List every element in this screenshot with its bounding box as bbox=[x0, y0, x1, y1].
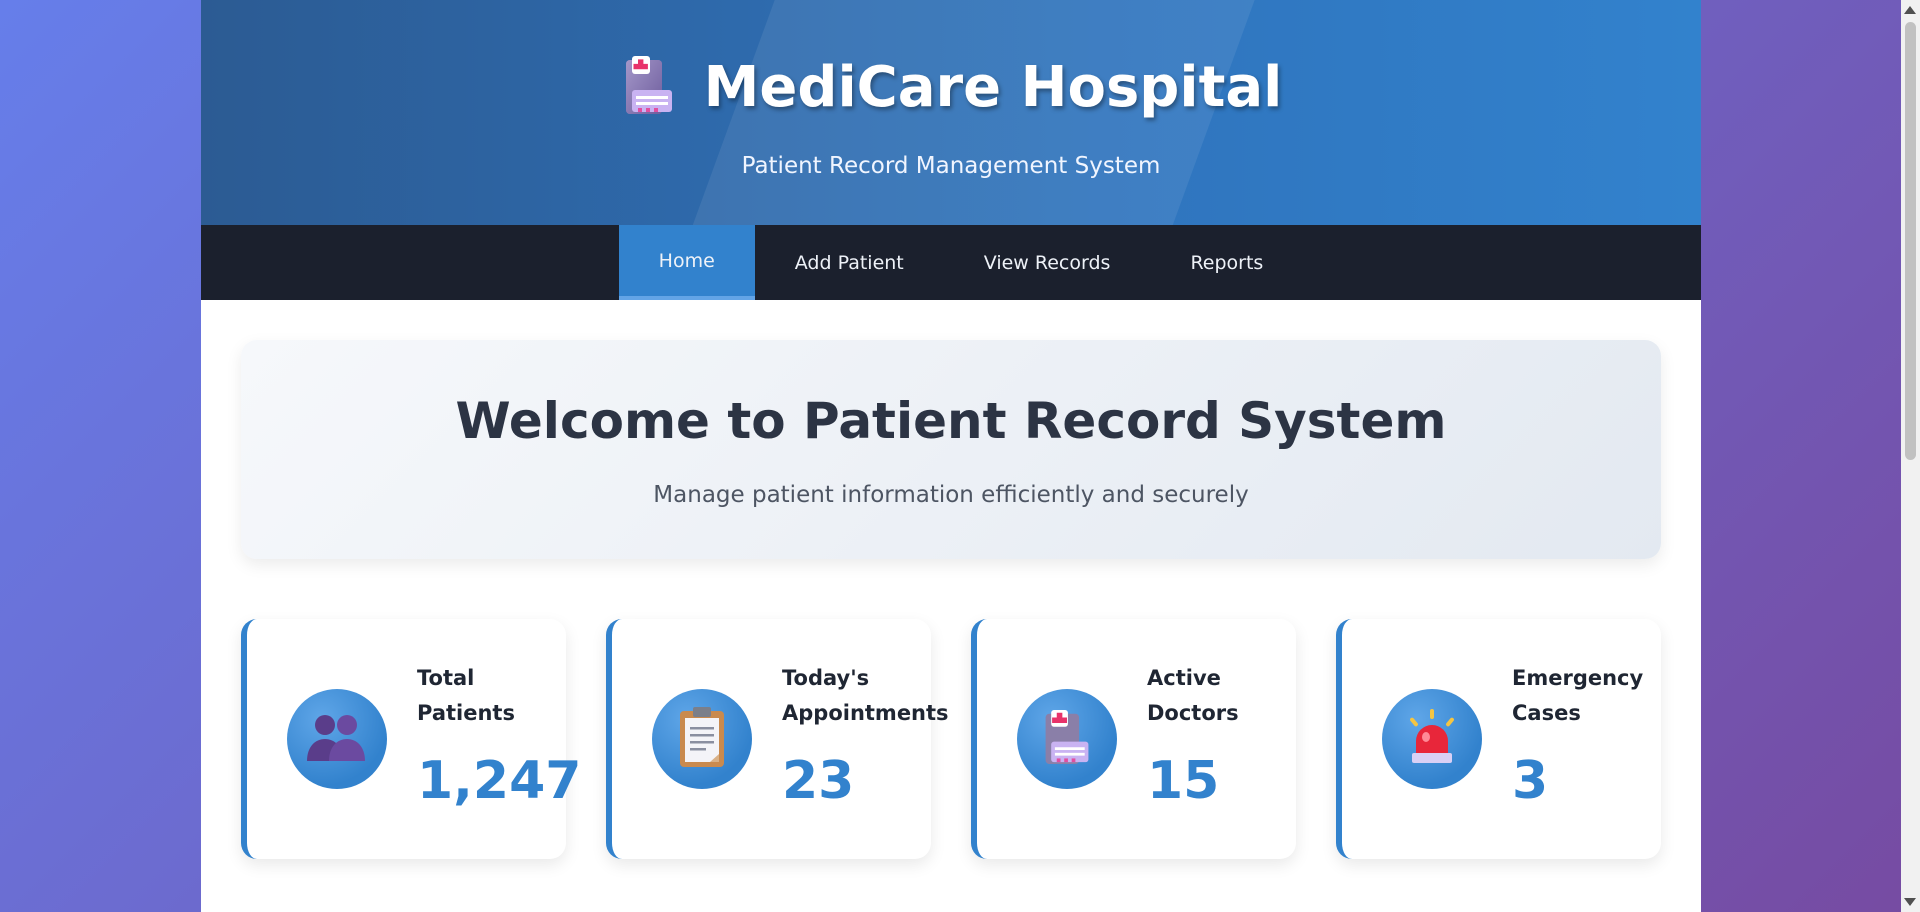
stat-card-active-doctors: Active Doctors 15 bbox=[971, 619, 1296, 859]
stat-icon-circle bbox=[1017, 689, 1117, 789]
stat-value: 3 bbox=[1512, 751, 1549, 811]
stat-icon-circle bbox=[652, 689, 752, 789]
page-container: MediCare Hospital Patient Record Managem… bbox=[201, 0, 1701, 912]
hospital-name: MediCare Hospital bbox=[703, 54, 1283, 120]
scrollbar-thumb[interactable] bbox=[1905, 22, 1916, 460]
stat-value: 1,247 bbox=[417, 751, 582, 811]
stat-icon-circle bbox=[287, 689, 387, 789]
stat-label: Total Patients bbox=[417, 666, 515, 725]
nav-reports[interactable]: Reports bbox=[1150, 225, 1303, 300]
nav-add-patient[interactable]: Add Patient bbox=[755, 225, 944, 300]
stat-label: Emergency Cases bbox=[1512, 666, 1644, 725]
site-header: MediCare Hospital Patient Record Managem… bbox=[201, 0, 1701, 225]
header-subtitle: Patient Record Management System bbox=[741, 153, 1161, 179]
stat-label: Today's Appointments bbox=[782, 666, 949, 725]
stat-card-emergency-cases: Emergency Cases 3 bbox=[1336, 619, 1661, 859]
stat-value: 23 bbox=[782, 751, 855, 811]
stat-icon-circle bbox=[1382, 689, 1482, 789]
brand: MediCare Hospital bbox=[201, 54, 1701, 120]
welcome-subtitle: Manage patient information efficiently a… bbox=[653, 482, 1249, 508]
stat-card-total-patients: Total Patients 1,247 bbox=[241, 619, 581, 859]
welcome-title: Welcome to Patient Record System bbox=[455, 392, 1447, 450]
hospital-icon bbox=[1040, 707, 1094, 771]
siren-icon bbox=[1402, 707, 1462, 771]
main-nav: Home Add Patient View Records Reports bbox=[201, 225, 1701, 300]
welcome-banner: Welcome to Patient Record System Manage … bbox=[241, 340, 1661, 559]
scroll-down-icon[interactable] bbox=[1904, 898, 1916, 906]
scroll-up-icon[interactable] bbox=[1904, 6, 1916, 14]
stat-label: Active Doctors bbox=[1147, 666, 1239, 725]
hospital-icon bbox=[620, 54, 678, 120]
nav-home[interactable]: Home bbox=[618, 225, 755, 300]
patients-icon bbox=[305, 711, 369, 767]
vertical-scrollbar[interactable] bbox=[1901, 0, 1920, 912]
stat-card-appointments: Today's Appointments 23 bbox=[606, 619, 949, 859]
stats-cards: Total Patients 1,247 Today's Appointment… bbox=[241, 619, 1661, 859]
nav-view-records[interactable]: View Records bbox=[944, 225, 1151, 300]
clipboard-icon bbox=[676, 705, 728, 773]
stat-value: 15 bbox=[1147, 751, 1220, 811]
